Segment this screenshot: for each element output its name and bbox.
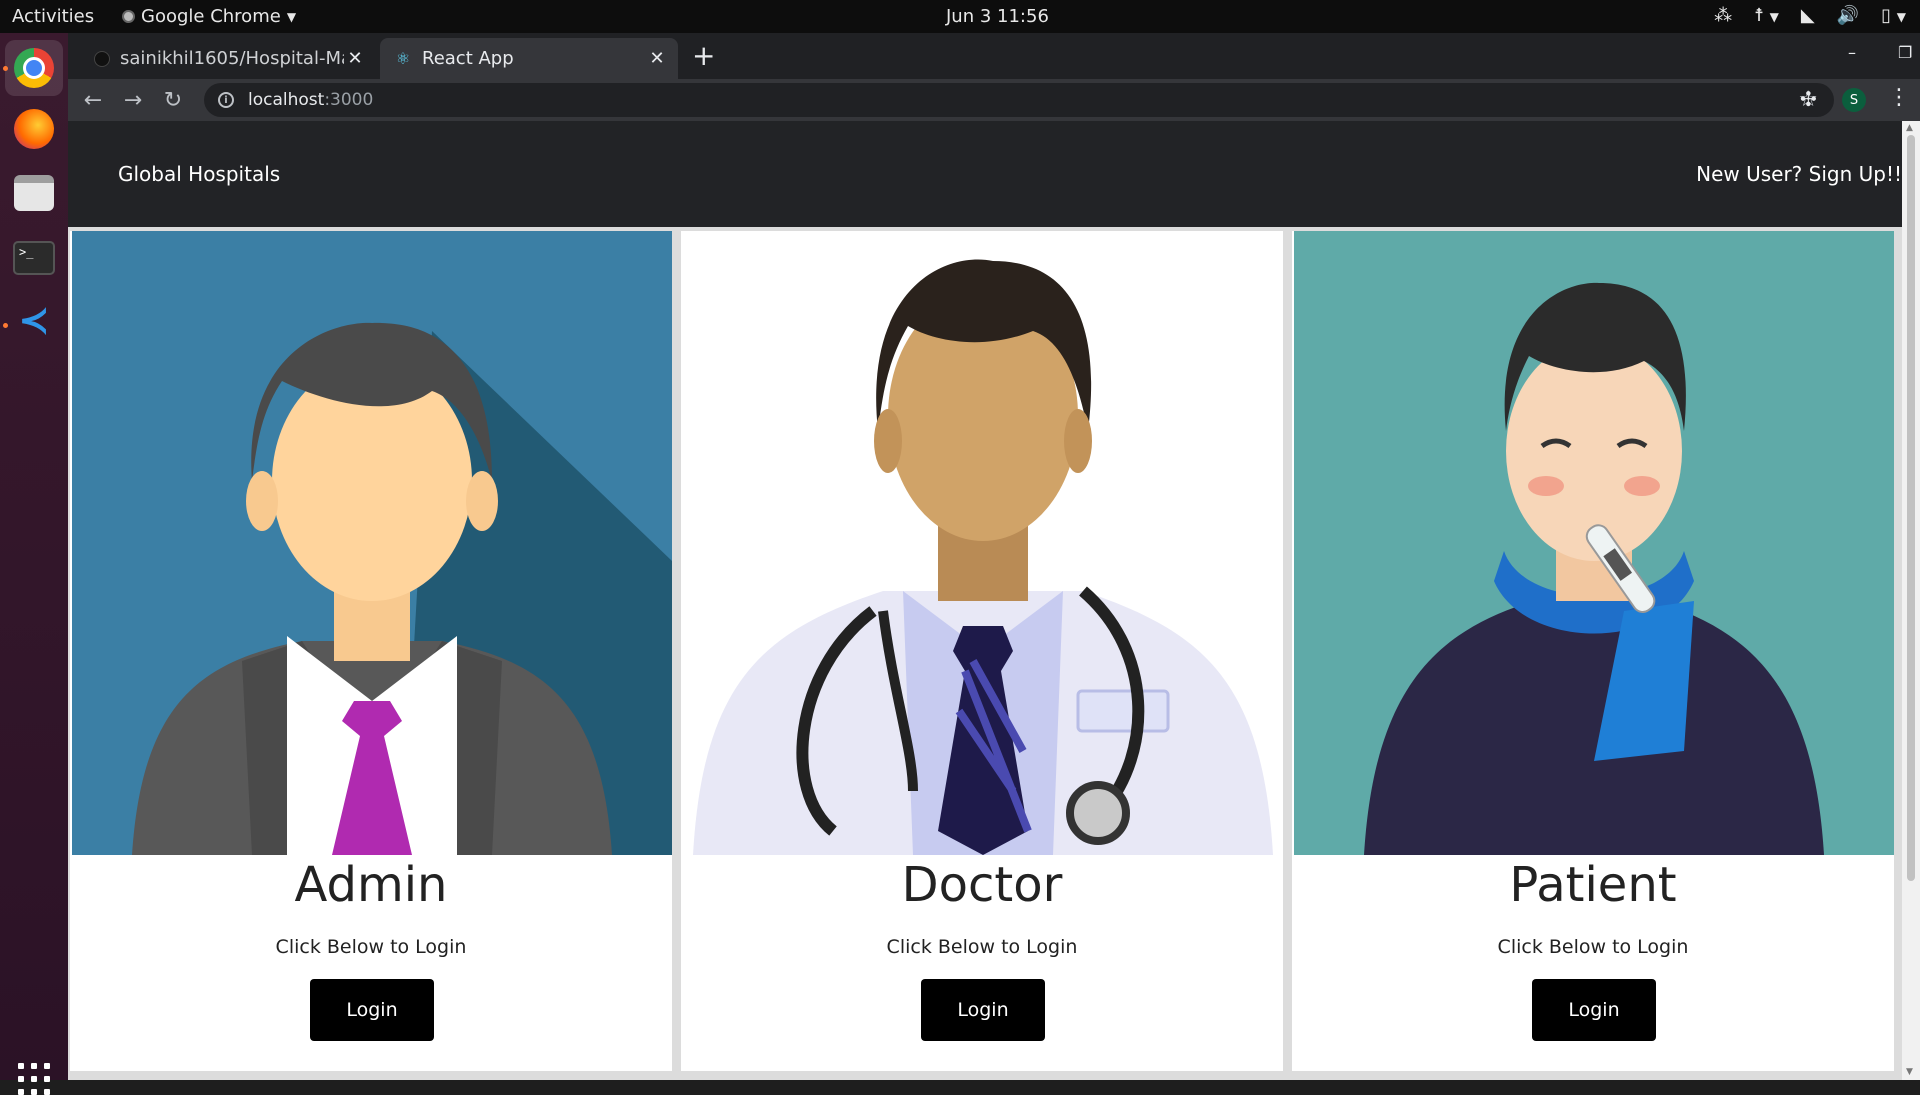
chevron-down-icon: ▼ [286, 9, 297, 24]
system-tray[interactable]: ⁂ ☨ ▼ ◣ 🔊 ▯ ▼ [1714, 5, 1906, 26]
network-icon[interactable]: ⁂ [1714, 5, 1732, 26]
login-cards: Admin Click Below to Login Login Doctor … [68, 227, 1902, 1080]
card-subtitle: Click Below to Login [1497, 936, 1689, 958]
doctor-login-button[interactable]: Login [921, 979, 1045, 1041]
chrome-small-icon [122, 10, 135, 23]
scroll-thumb[interactable] [1907, 135, 1915, 881]
card-subtitle: Click Below to Login [275, 936, 467, 958]
url-host: localhost [248, 90, 325, 110]
extensions-icon[interactable]: ✣ [1800, 87, 1817, 111]
battery-icon[interactable]: ▯ ▼ [1881, 5, 1906, 26]
card-title: Doctor [901, 857, 1063, 913]
address-bar[interactable]: i localhost:3000 ☆ [204, 83, 1834, 117]
dock-vscode[interactable]: ≺ [12, 298, 56, 342]
close-icon[interactable]: ✕ [646, 48, 668, 69]
url-port: :3000 [324, 90, 374, 110]
dock-chrome[interactable] [5, 40, 63, 96]
chrome-icon [14, 48, 54, 88]
site-brand[interactable]: Global Hospitals [118, 162, 280, 186]
terminal-icon: >_ [13, 241, 55, 275]
page-scrollbar[interactable]: ▲ ▼ [1902, 121, 1920, 1080]
info-icon[interactable]: i [218, 92, 234, 108]
card-subtitle: Click Below to Login [886, 936, 1078, 958]
dock-files[interactable] [12, 171, 56, 215]
clock[interactable]: Jun 3 11:56 [946, 6, 1049, 27]
restore-icon[interactable]: ❐ [1898, 43, 1912, 62]
scroll-up-icon[interactable]: ▲ [1906, 123, 1913, 133]
admin-login-button[interactable]: Login [310, 979, 434, 1041]
new-tab-button[interactable]: + [692, 41, 715, 71]
tab-strip: sainikhil1605/Hospital-Ma ✕ ⚛ React App … [68, 33, 1920, 79]
patient-card: Patient Click Below to Login Login [1292, 231, 1894, 1071]
firefox-icon [14, 109, 54, 149]
dock: >_ ≺ [0, 33, 68, 1095]
browser-toolbar: ← → ↻ i localhost:3000 ☆ ✣ S ⋮ [68, 79, 1920, 121]
card-title: Admin [294, 857, 448, 913]
forward-icon[interactable]: → [118, 85, 148, 115]
app-menu[interactable]: Google Chrome ▼ [122, 6, 296, 27]
react-icon: ⚛ [395, 48, 411, 68]
github-icon [94, 50, 110, 67]
tab-title: sainikhil1605/Hospital-Ma [120, 48, 344, 69]
patient-login-button[interactable]: Login [1532, 979, 1656, 1041]
tab-title: React App [422, 48, 514, 69]
accessibility-icon[interactable]: ☨ ▼ [1754, 5, 1779, 26]
running-indicator [3, 66, 8, 71]
site-navbar: Global Hospitals New User? Sign Up!! [68, 121, 1902, 227]
chrome-menu-icon[interactable]: ⋮ [1888, 85, 1910, 110]
signup-link[interactable]: New User? Sign Up!! [1696, 162, 1902, 186]
vscode-icon: ≺ [18, 298, 50, 342]
running-indicator [3, 323, 8, 328]
dock-firefox[interactable] [12, 107, 56, 151]
page-viewport: Global Hospitals New User? Sign Up!! Adm… [68, 121, 1902, 1080]
tab-react-app[interactable]: ⚛ React App ✕ [380, 38, 678, 79]
files-icon [14, 175, 54, 211]
card-title: Patient [1509, 857, 1677, 913]
patient-avatar-image [1294, 231, 1894, 855]
wifi-icon[interactable]: ◣ [1801, 5, 1815, 26]
admin-avatar-image [72, 231, 672, 855]
doctor-avatar-image [683, 231, 1283, 855]
app-menu-label: Google Chrome [141, 6, 281, 27]
doctor-card: Doctor Click Below to Login Login [681, 231, 1283, 1071]
reload-icon[interactable]: ↻ [158, 85, 188, 115]
show-applications-icon[interactable] [18, 1063, 50, 1095]
close-icon[interactable]: ✕ [344, 48, 366, 69]
minimize-icon[interactable]: – [1848, 43, 1856, 62]
profile-avatar[interactable]: S [1842, 88, 1866, 112]
dock-terminal[interactable]: >_ [12, 236, 56, 280]
scroll-down-icon[interactable]: ▼ [1906, 1067, 1913, 1077]
activities-button[interactable]: Activities [12, 6, 94, 27]
admin-card: Admin Click Below to Login Login [70, 231, 672, 1071]
back-icon[interactable]: ← [78, 85, 108, 115]
system-top-bar: Activities Google Chrome ▼ Jun 3 11:56 ⁂… [0, 0, 1920, 33]
tab-github[interactable]: sainikhil1605/Hospital-Ma ✕ [80, 38, 376, 79]
volume-icon[interactable]: 🔊 [1837, 5, 1859, 26]
